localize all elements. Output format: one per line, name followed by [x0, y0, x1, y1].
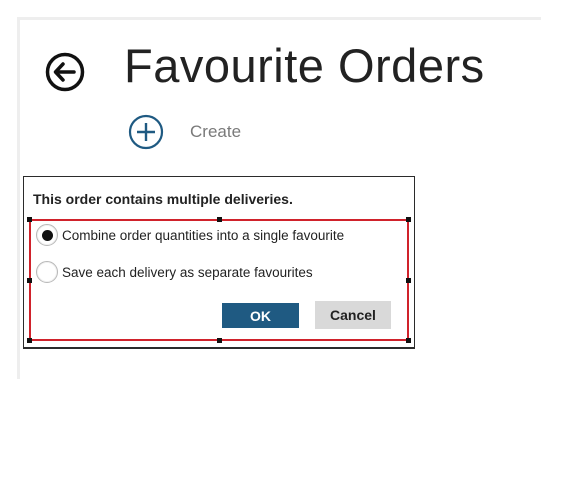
resize-handle-top-center[interactable]: [217, 217, 222, 222]
app-window: Favourite Orders Create This order conta…: [0, 0, 568, 478]
radio-button-selected[interactable]: [36, 224, 58, 246]
back-button[interactable]: [44, 51, 86, 93]
resize-handle-bottom-center[interactable]: [217, 338, 222, 343]
frame-divider-left: [17, 17, 20, 379]
plus-circle-icon: [128, 114, 164, 150]
cancel-button[interactable]: Cancel: [315, 301, 391, 329]
create-label: Create: [190, 122, 242, 141]
resize-handle-middle-left[interactable]: [27, 278, 32, 283]
create-button[interactable]: Create: [128, 114, 241, 150]
resize-handle-middle-right[interactable]: [406, 278, 411, 283]
ok-button[interactable]: OK: [222, 303, 299, 328]
dialog-message: This order contains multiple deliveries.: [33, 191, 293, 207]
page-title: Favourite Orders: [124, 39, 485, 92]
frame-divider-top: [17, 17, 541, 20]
radio-dot: [41, 229, 53, 241]
resize-handle-top-right[interactable]: [406, 217, 411, 222]
radio-separate-option[interactable]: Save each delivery as separate favourite…: [36, 261, 313, 283]
resize-handle-top-left[interactable]: [27, 217, 32, 222]
multiple-deliveries-dialog: This order contains multiple deliveries.…: [23, 176, 415, 349]
back-arrow-icon: [45, 52, 85, 92]
radio-button-unselected[interactable]: [36, 261, 58, 283]
radio-label-separate: Save each delivery as separate favourite…: [62, 264, 313, 280]
resize-handle-bottom-left[interactable]: [27, 338, 32, 343]
radio-combine-option[interactable]: Combine order quantities into a single f…: [36, 224, 344, 246]
resize-handle-bottom-right[interactable]: [406, 338, 411, 343]
radio-label-combine: Combine order quantities into a single f…: [62, 227, 345, 243]
